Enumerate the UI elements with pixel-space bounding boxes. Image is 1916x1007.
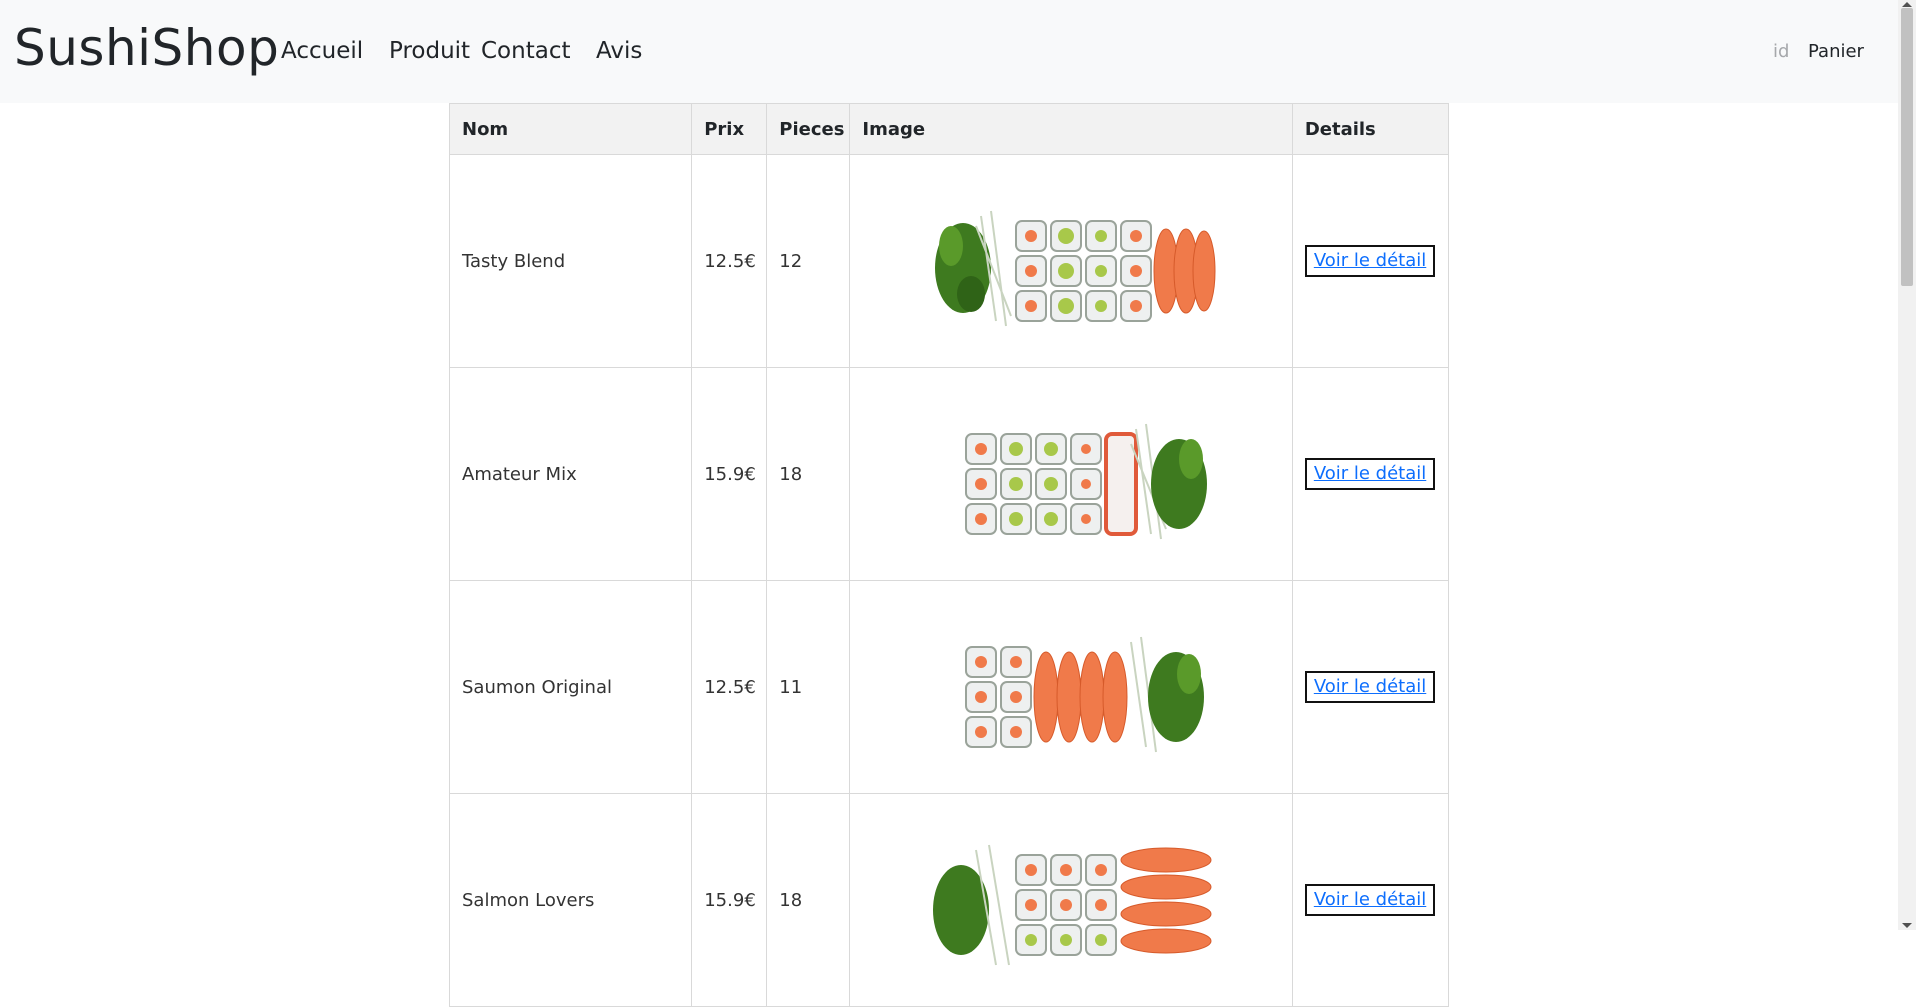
table-row: Salmon Lovers 15.9€ 18 Voir le détail <box>448 793 1450 1007</box>
product-image-cell <box>849 793 1293 1007</box>
table-row: Tasty Blend 12.5€ 12 Voir le détail <box>448 154 1450 368</box>
product-image-cell <box>849 580 1293 794</box>
header-pieces: Pieces <box>766 103 851 155</box>
sushi-platter-image <box>933 844 1212 966</box>
product-pieces: 18 <box>766 793 851 1007</box>
table-row: Saumon Original 12.5€ 11 Voir le détail <box>448 580 1450 794</box>
product-name: Amateur Mix <box>448 367 693 581</box>
salad-garnish <box>933 844 1011 966</box>
nav-link-avis[interactable]: Avis <box>596 36 642 66</box>
header-prix: Prix <box>691 103 768 155</box>
nav-link-accueil[interactable]: Accueil <box>281 36 363 66</box>
brand-logo[interactable]: SushiShop <box>14 18 279 78</box>
header-details: Details <box>1291 103 1450 155</box>
navbar: SushiShop Accueil Produit Contact Avis i… <box>0 0 1898 103</box>
scroll-down-arrow-icon[interactable] <box>1902 923 1912 928</box>
details-cell: Voir le détail <box>1291 367 1450 581</box>
sushi-platter-image <box>965 423 1208 540</box>
salmon-nigiri <box>1153 228 1216 314</box>
header-nom: Nom <box>448 103 693 155</box>
scroll-up-arrow-icon[interactable] <box>1902 2 1912 7</box>
details-cell: Voir le détail <box>1291 580 1450 794</box>
maki-rolls <box>965 433 1103 535</box>
product-image-cell <box>849 367 1293 581</box>
table-row: Amateur Mix 15.9€ 18 Voir le détail <box>448 367 1450 581</box>
view-detail-button[interactable]: Voir le détail <box>1304 884 1436 916</box>
product-name: Saumon Original <box>448 580 693 794</box>
view-detail-button[interactable]: Voir le détail <box>1304 458 1436 490</box>
details-cell: Voir le détail <box>1291 154 1450 368</box>
product-pieces: 11 <box>766 580 851 794</box>
nav-link-id[interactable]: id <box>1773 40 1789 64</box>
crab-maki <box>1104 432 1139 536</box>
products-table: Nom Prix Pieces Image Details Tasty Blen… <box>448 103 1450 1007</box>
product-pieces: 12 <box>766 154 851 368</box>
salmon-nigiri <box>1033 651 1128 743</box>
details-cell: Voir le détail <box>1291 793 1450 1007</box>
product-price: 15.9€ <box>691 367 768 581</box>
salad-garnish <box>935 210 1013 327</box>
salad-garnish <box>1130 423 1208 540</box>
product-name: Tasty Blend <box>448 154 693 368</box>
nav-link-panier[interactable]: Panier <box>1808 40 1864 64</box>
salmon-nigiri <box>1120 847 1212 954</box>
nav-link-contact[interactable]: Contact <box>481 36 570 66</box>
view-detail-button[interactable]: Voir le détail <box>1304 245 1436 277</box>
salad-garnish <box>1130 636 1205 753</box>
vertical-scrollbar[interactable] <box>1898 0 1916 930</box>
product-price: 15.9€ <box>691 793 768 1007</box>
nav-link-produit[interactable]: Produit <box>389 36 470 66</box>
product-price: 12.5€ <box>691 154 768 368</box>
product-pieces: 18 <box>766 367 851 581</box>
table-header-row: Nom Prix Pieces Image Details <box>448 103 1450 155</box>
maki-rolls <box>1015 854 1118 956</box>
product-name: Salmon Lovers <box>448 793 693 1007</box>
header-image: Image <box>849 103 1293 155</box>
scrollbar-thumb[interactable] <box>1901 8 1913 286</box>
sushi-platter-image <box>935 210 1216 327</box>
maki-rolls <box>1015 220 1153 322</box>
product-price: 12.5€ <box>691 580 768 794</box>
product-image-cell <box>849 154 1293 368</box>
sushi-platter-image <box>965 636 1205 753</box>
maki-rolls <box>965 646 1033 748</box>
view-detail-button[interactable]: Voir le détail <box>1304 671 1436 703</box>
